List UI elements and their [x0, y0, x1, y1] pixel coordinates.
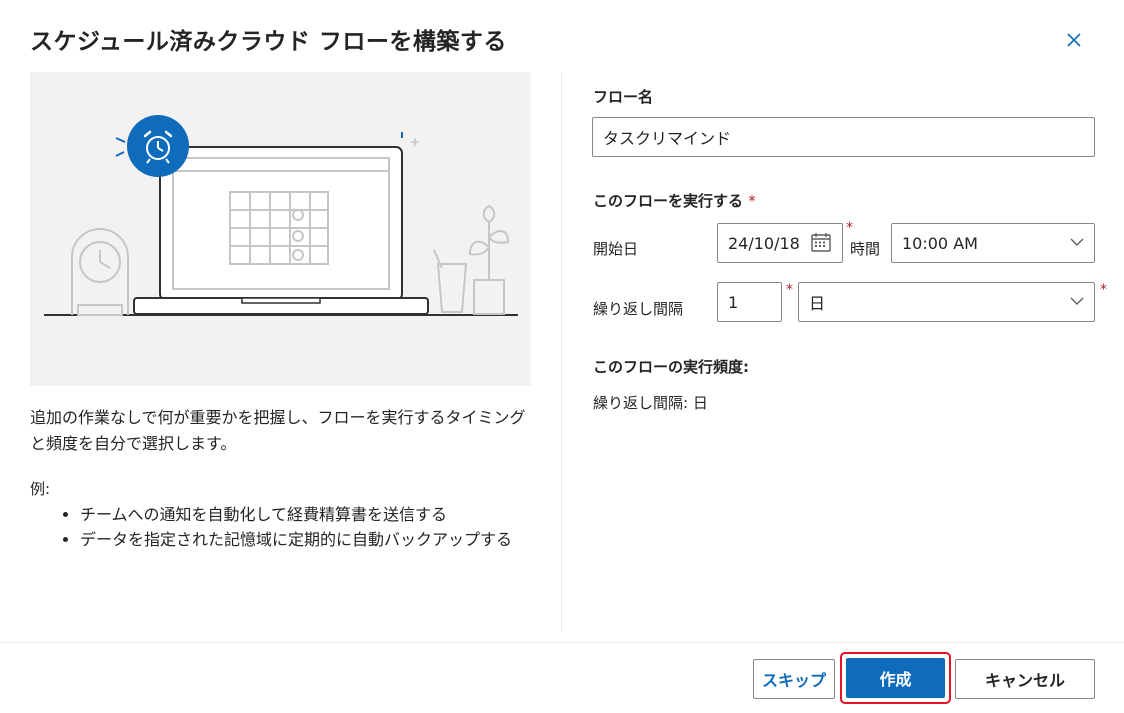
vertical-divider — [561, 72, 562, 632]
flow-name-label: フロー名 — [593, 88, 654, 106]
chevron-down-icon — [1070, 297, 1084, 305]
required-mark: * — [748, 192, 756, 210]
run-flow-label-text: このフローを実行する — [593, 192, 744, 210]
list-item: データを指定された記憶域に定期的に自動バックアップする — [80, 527, 550, 552]
time-value: 10:00 AM — [902, 233, 978, 253]
interval-label: 繰り返し間隔 — [593, 300, 684, 318]
time-dropdown[interactable]: 10:00 AM — [891, 223, 1095, 263]
interval-value: 1 — [728, 292, 739, 312]
interval-unit-value: 日 — [809, 294, 826, 313]
list-item: チームへの通知を自動化して経費精算書を送信する — [80, 502, 550, 527]
start-date-picker[interactable]: 24/10/18 — [717, 223, 843, 263]
interval-input[interactable]: 1 — [717, 282, 782, 322]
chevron-down-icon — [1070, 238, 1084, 246]
schedule-flow-dialog: スケジュール済みクラウド フローを構築する 追加の作業なしで何が重要かを把握し、… — [0, 0, 1124, 713]
time-label: 時間 — [850, 240, 881, 258]
calendar-icon[interactable] — [810, 232, 832, 254]
create-button[interactable]: 作成 — [846, 658, 945, 698]
flow-name-input[interactable]: タスクリマインド — [592, 117, 1095, 157]
close-button[interactable] — [1062, 28, 1086, 52]
skip-button[interactable]: スキップ — [753, 659, 835, 699]
examples-label: 例: — [30, 480, 51, 498]
required-mark: * — [846, 220, 853, 236]
laptop-clock-illustration — [44, 115, 518, 316]
dialog-description: 追加の作業なしで何が重要かを把握し、フローを実行するタイミングと頻度を自分で選択… — [30, 408, 526, 453]
examples-list: チームへの通知を自動化して経費精算書を送信する データを指定された記憶域に定期的… — [56, 502, 550, 552]
required-mark: * — [786, 282, 793, 298]
dialog-title: スケジュール済みクラウド フローを構築する — [30, 29, 507, 55]
footer-divider — [0, 642, 1124, 643]
required-mark: * — [1100, 282, 1107, 298]
close-icon — [1067, 33, 1081, 47]
cancel-button[interactable]: キャンセル — [955, 659, 1095, 699]
start-date-label: 開始日 — [593, 240, 639, 258]
interval-unit-dropdown[interactable]: 日 — [798, 282, 1095, 322]
run-flow-label: このフローを実行する * — [593, 190, 756, 211]
frequency-summary-text: 繰り返し間隔: 日 — [593, 394, 708, 412]
frequency-summary-label: このフローの実行頻度: — [593, 358, 749, 376]
flow-name-value: タスクリマインド — [603, 129, 732, 148]
start-date-value: 24/10/18 — [728, 233, 800, 253]
illustration — [30, 72, 531, 386]
